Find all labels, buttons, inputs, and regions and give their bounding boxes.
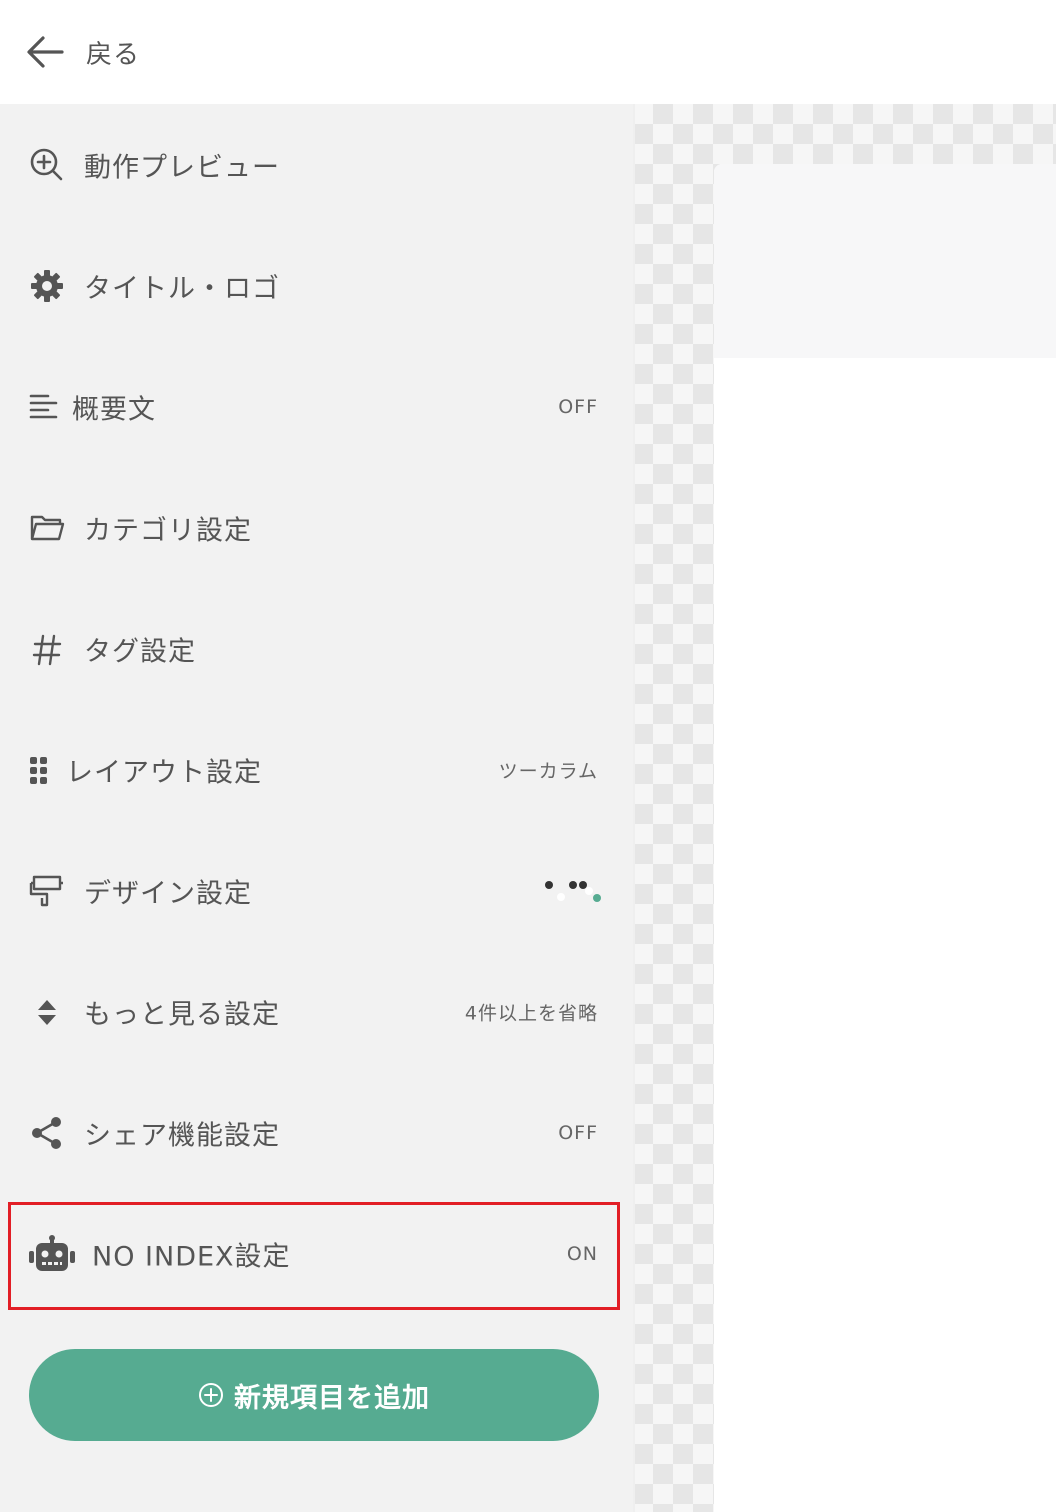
plus-circle-icon bbox=[199, 1383, 223, 1407]
sidebar-item-layout[interactable]: レイアウト設定 ツーカラム bbox=[0, 709, 633, 830]
back-label: 戻る bbox=[86, 39, 141, 70]
sidebar-item-label: タグ設定 bbox=[84, 636, 196, 667]
sidebar-item-see-more[interactable]: もっと見る設定 4件以上を省略 bbox=[0, 951, 633, 1072]
hashtag-icon bbox=[28, 630, 66, 668]
sidebar-item-label: 概要文 bbox=[72, 394, 156, 425]
sidebar-item-label: カテゴリ設定 bbox=[84, 515, 252, 546]
arrow-left-icon bbox=[27, 36, 64, 68]
paint-roller-icon bbox=[28, 872, 66, 910]
preview-card-header bbox=[714, 164, 1056, 358]
top-bar: 戻る bbox=[0, 0, 1056, 104]
sidebar-item-label: もっと見る設定 bbox=[84, 999, 280, 1030]
sidebar-item-share[interactable]: シェア機能設定 OFF bbox=[0, 1072, 633, 1193]
sidebar-item-summary[interactable]: 概要文 OFF bbox=[0, 346, 633, 467]
preview-divider bbox=[633, 104, 635, 1512]
sidebar-item-tag[interactable]: タグ設定 bbox=[0, 588, 633, 709]
share-icon bbox=[28, 1114, 66, 1152]
add-new-item-button[interactable]: 新規項目を追加 bbox=[29, 1349, 599, 1441]
text-align-icon bbox=[26, 388, 64, 426]
status-value: OFF bbox=[558, 1121, 598, 1144]
sidebar-item-preview[interactable]: 動作プレビュー bbox=[0, 104, 633, 225]
status-value: ツーカラム bbox=[498, 760, 598, 782]
sidebar-item-design[interactable]: デザイン設定 bbox=[0, 830, 633, 951]
sidebar-item-label: 動作プレビュー bbox=[84, 152, 280, 183]
sidebar-item-category[interactable]: カテゴリ設定 bbox=[0, 467, 633, 588]
selection-highlight bbox=[8, 1202, 620, 1310]
sidebar-item-label: タイトル・ロゴ bbox=[84, 273, 280, 304]
sidebar-item-label: シェア機能設定 bbox=[84, 1120, 280, 1151]
status-value: OFF bbox=[558, 395, 598, 418]
status-value: 4件以上を省略 bbox=[464, 1002, 598, 1024]
zoom-in-icon bbox=[28, 146, 66, 184]
gear-icon bbox=[28, 267, 66, 305]
back-button[interactable]: 戻る bbox=[24, 31, 140, 73]
preview-card bbox=[714, 164, 1056, 1512]
grid-dots-icon bbox=[24, 751, 62, 789]
folder-icon bbox=[28, 509, 66, 547]
sidebar-item-label: レイアウト設定 bbox=[66, 757, 262, 788]
sidebar-item-title-logo[interactable]: タイトル・ロゴ bbox=[0, 225, 633, 346]
sort-arrows-icon bbox=[28, 993, 66, 1031]
sidebar-item-label: デザイン設定 bbox=[84, 878, 252, 909]
add-new-item-label: 新規項目を追加 bbox=[234, 1382, 430, 1414]
color-swatches bbox=[537, 877, 601, 905]
